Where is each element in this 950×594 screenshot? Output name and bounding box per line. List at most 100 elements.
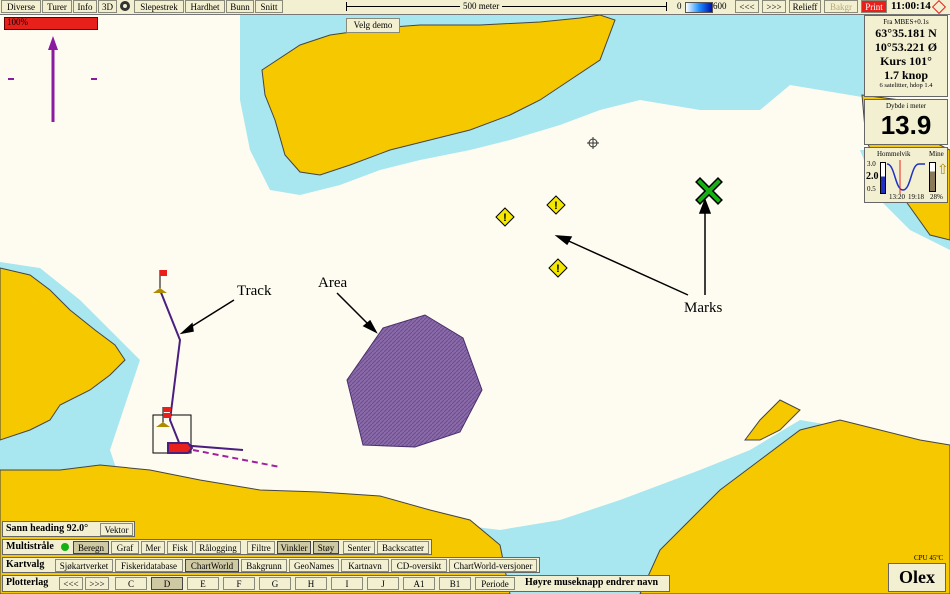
kart-chartworld[interactable]: ChartWorld [185,559,239,572]
plotterlag-panel: Plotterlag <<< >>> C D E F G H I J A1 B1… [2,575,670,592]
multistraale-status-icon [61,543,69,551]
multi-fisk[interactable]: Fisk [167,541,193,554]
olex-logo[interactable]: Olex [888,563,946,592]
scale-tick-left [346,2,347,11]
demo-button-label: Velg demo [353,20,393,30]
moon-arrow-icon: ⇧ [937,163,949,178]
gps-latitude: 63°35.181 N [875,26,937,40]
layer-a1[interactable]: A1 [403,577,435,590]
depth-color-scale[interactable] [685,2,713,13]
scale-label: 500 meter [460,0,503,13]
plotterlag-next[interactable]: >>> [85,577,109,590]
tide-v-top: 3.0 [867,160,876,168]
kartvalg-label: Kartvalg [6,559,45,570]
menu-diverse[interactable]: Diverse [1,0,41,13]
menu-slepestrek[interactable]: Slepestrek [134,0,184,13]
gps-longitude: 10°53.221 Ø [874,40,938,54]
depth-panel: Dybde i meter 13.9 [864,99,948,145]
tide-curve [887,160,925,194]
svg-text:!: ! [554,200,558,212]
alarm-icon[interactable] [931,0,947,15]
layer-j[interactable]: J [367,577,399,590]
moon-bar-icon [929,162,936,192]
svg-text:!: ! [556,263,560,275]
layer-i[interactable]: I [331,577,363,590]
svg-text:!: ! [503,212,507,224]
menu-bunn[interactable]: Bunn [226,0,254,13]
clock: 11:00:14 [891,0,931,12]
heading-panel: Sann heading 92.0° Vektor [2,521,135,537]
kart-kartnavn[interactable]: Kartnavn [341,559,389,572]
kartvalg-panel: Kartvalg Sjøkartverket Fiskeridatabase C… [2,557,540,573]
multi-mer[interactable]: Mer [141,541,165,554]
zoom-bar[interactable]: 100% [4,17,98,30]
annotation-marks: Marks [684,300,723,316]
print-button[interactable]: Print [861,0,887,13]
multi-stoy[interactable]: Støy [313,541,339,554]
bakgr-button[interactable]: Bakgr [824,0,858,13]
flag-3 [163,413,171,418]
kart-cd-oversikt[interactable]: CD-oversikt [391,559,447,572]
annotation-track: Track [237,283,272,299]
gps-course: Kurs 101° [880,54,932,68]
gps-panel: Fra MBES+0.1s 63°35.181 N 10°53.221 Ø Ku… [864,15,948,97]
relieff-button[interactable]: Relieff [789,0,821,13]
multistraale-panel: Multistråle Beregn Graf Mer Fisk Råloggi… [2,539,432,555]
tide-percent: 28% [930,193,943,201]
kart-geonames[interactable]: GeoNames [289,559,339,572]
layer-e[interactable]: E [187,577,219,590]
plotterlag-prev[interactable]: <<< [59,577,83,590]
menu-turer[interactable]: Turer [42,0,72,13]
flag-1 [160,270,167,276]
menu-3d[interactable]: 3D [98,0,117,13]
depth-min-label: 0 [677,1,682,11]
depth-next-button[interactable]: >>> [762,0,786,13]
layer-g[interactable]: G [259,577,291,590]
cpu-temp: CPU 45ºC [914,554,944,562]
layer-f[interactable]: F [223,577,255,590]
vektor-button[interactable]: Vektor [100,523,133,536]
tide-time-2: 19:18 [908,193,924,201]
layer-c[interactable]: C [115,577,147,590]
demo-button[interactable]: Velg demo [346,18,400,33]
multi-graf[interactable]: Graf [111,541,139,554]
menu-hardhet[interactable]: Hardhet [185,0,225,13]
olex-logo-text: Olex [899,567,935,587]
plotterlag-hint: Høyre museknapp endrer navn [525,577,659,588]
layer-h[interactable]: H [295,577,327,590]
tide-place: Hommelvik [877,150,911,158]
chart-map[interactable]: ! ! ! [0,0,950,594]
kart-bakgrunn[interactable]: Bakgrunn [241,559,287,572]
gps-speed: 1.7 knop [883,68,929,82]
tide-v-mid: 2.0 [866,171,879,182]
layer-b1[interactable]: B1 [439,577,471,590]
multi-backscatter[interactable]: Backscatter [377,541,429,554]
layer-periode[interactable]: Periode [475,577,515,590]
depth-prev-button[interactable]: <<< [735,0,759,13]
kart-fiskeridatabase[interactable]: Fiskeridatabase [115,559,183,572]
zoom-label: 100% [7,17,28,27]
multi-raalogging[interactable]: Rålogging [195,541,241,554]
flag-2 [163,407,171,412]
multi-beregn[interactable]: Beregn [73,541,109,554]
kart-chartworld-versjoner[interactable]: ChartWorld-versjoner [449,559,537,572]
heading-label: Sann heading 92.0° [6,523,89,534]
depth-label: Dybde i meter [885,102,927,110]
tide-panel: Hommelvik Mine 3.0 2.0 0.5 ⇧ 13:20 19:18… [864,147,949,203]
multi-senter[interactable]: Senter [343,541,375,554]
layer-d[interactable]: D [151,577,183,590]
gps-source: Fra MBES+0.1s [883,18,929,26]
tide-moon-label: Mine [929,150,944,158]
kart-sjokartverket[interactable]: Sjøkartverket [55,559,113,572]
menu-snitt[interactable]: Snitt [255,0,283,13]
tide-bar-icon [880,162,886,194]
settings-circle-icon[interactable] [120,1,130,11]
multi-filtre[interactable]: Filtre [247,541,275,554]
menu-info[interactable]: Info [73,0,97,13]
tide-v-bot: 0.5 [867,185,876,193]
annotation-area: Area [318,275,348,291]
multi-vinkler[interactable]: Vinkler [277,541,311,554]
depth-value: 13.9 [880,110,932,140]
gps-satellites: 6 satelitter, hdop 1.4 [879,82,933,89]
multistraale-label: Multistråle [6,541,54,552]
